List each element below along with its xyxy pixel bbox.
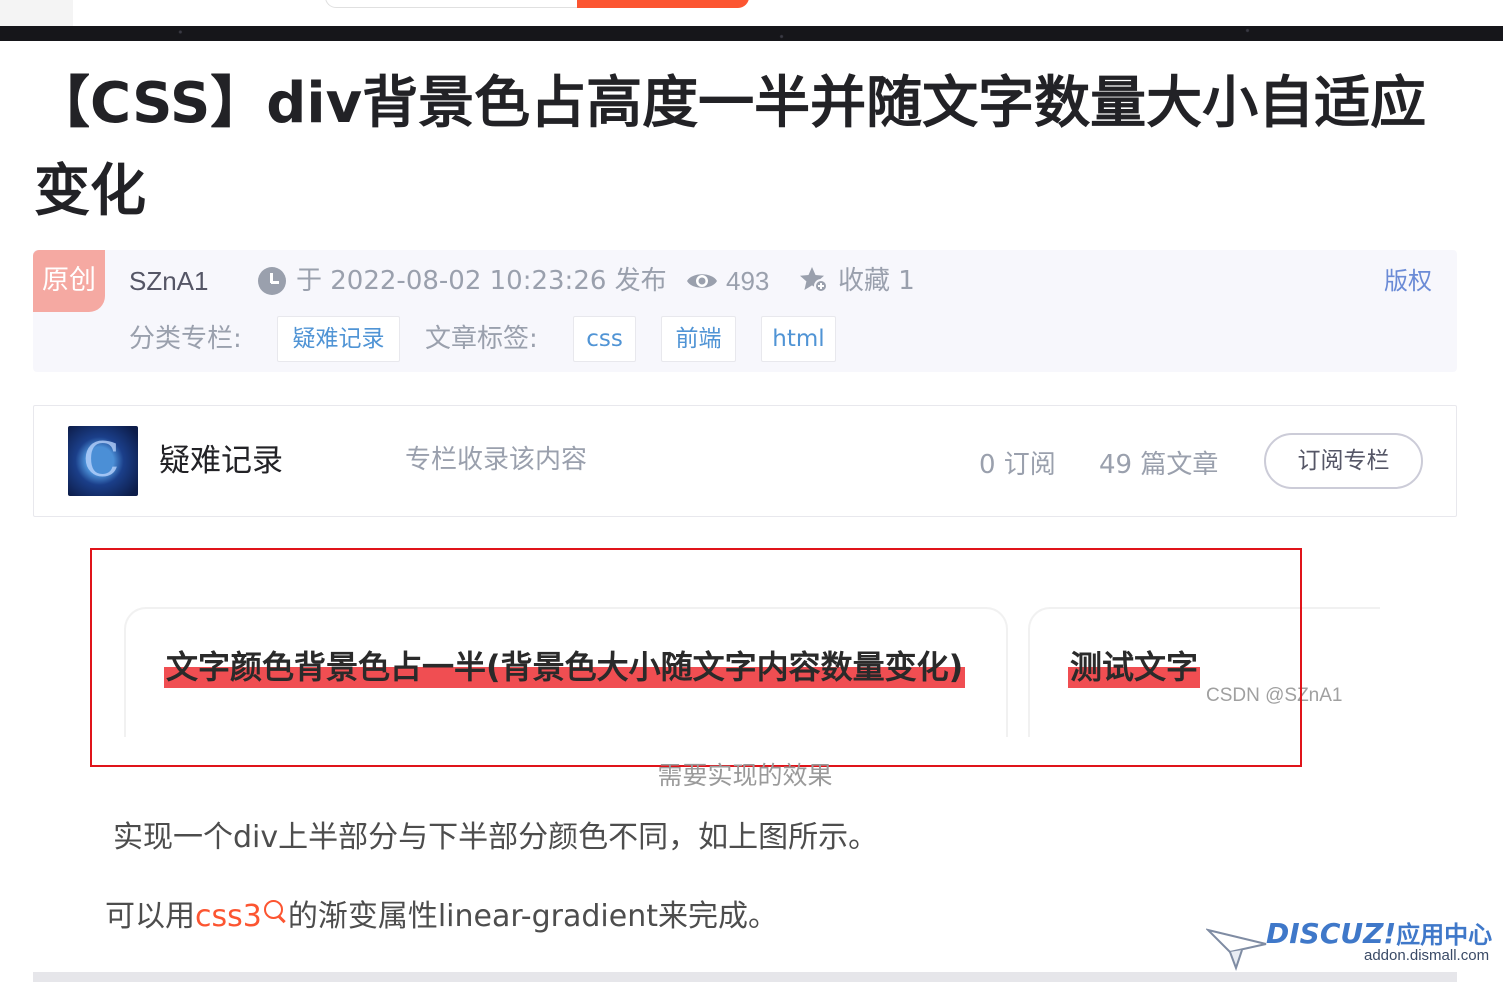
search-icon[interactable] [262, 898, 288, 928]
tag-frontend[interactable]: 前端 [661, 316, 736, 362]
paper-plane-icon [1206, 928, 1267, 971]
header-banner [0, 26, 1503, 41]
paragraph-1: 实现一个div上半部分与下半部分颜色不同，如上图所示。 [113, 820, 879, 855]
view-count: 493 [726, 266, 770, 296]
original-badge: 原创 [33, 250, 105, 312]
article-title: 【CSS】div背景色占高度一半并随文字数量大小自适应变化 [34, 71, 1427, 224]
highlight-frame [90, 548, 1302, 767]
star-icon [800, 267, 828, 293]
avatar-letter: C [83, 432, 120, 488]
search-input[interactable] [325, 0, 577, 8]
column-article-count: 49 篇文章 [1099, 450, 1219, 480]
top-navbar [0, 0, 1503, 26]
eye-icon [687, 274, 717, 288]
paragraph-2: 可以用css3 的渐变属性linear-gradient来完成。 [105, 896, 778, 938]
category-label: 分类专栏: [129, 324, 242, 354]
column-note: 专栏收录该内容 [405, 445, 588, 475]
para2-before: 可以用 [105, 899, 195, 934]
tag-html[interactable]: html [761, 316, 836, 362]
column-subscribers: 0 订阅 [979, 450, 1056, 480]
search-button[interactable] [577, 0, 749, 8]
image-caption: 需要实现的效果 [657, 761, 833, 790]
column-name[interactable]: 疑难记录 [159, 440, 283, 482]
nav-left-block [0, 0, 73, 26]
clock-icon [258, 267, 286, 295]
author-name[interactable]: SZnA1 [129, 264, 209, 298]
collect-button[interactable]: 收藏 1 [838, 264, 915, 298]
discuz-logo: DISCUZ!应用中心 addon.dismall.com [1206, 916, 1496, 972]
tag-css[interactable]: css [573, 316, 636, 362]
discuz-site: addon.dismall.com [1364, 947, 1490, 964]
bottom-scroll-strip [33, 972, 1457, 982]
subscribe-column-button[interactable]: 订阅专栏 [1264, 433, 1423, 489]
copyright-link[interactable]: 版权 [1384, 264, 1432, 298]
tags-label: 文章标签: [425, 324, 538, 354]
publish-time: 于 2022-08-02 10:23:26 发布 [296, 266, 667, 296]
para2-after: 的渐变属性linear-gradient来完成。 [287, 899, 778, 934]
column-avatar[interactable]: C [68, 426, 138, 496]
keyword-link[interactable]: css3 [195, 899, 262, 934]
category-tag[interactable]: 疑难记录 [277, 316, 400, 362]
discuz-brand-cn: 应用中心 [1396, 921, 1493, 949]
